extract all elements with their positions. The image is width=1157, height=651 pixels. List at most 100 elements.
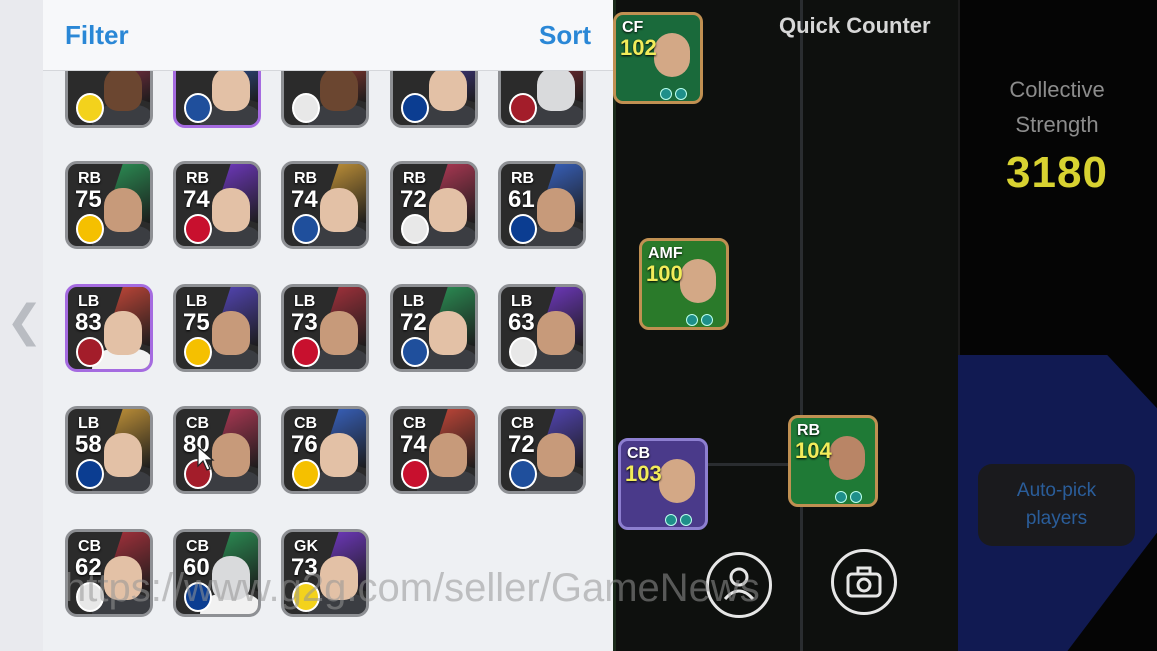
card-rating: 60 <box>183 554 210 581</box>
club-badge-icon <box>509 93 537 123</box>
card-rating: 75 <box>183 309 210 336</box>
player-face <box>104 556 142 600</box>
player-card[interactable]: LB 63 <box>498 284 586 372</box>
card-rating: 72 <box>400 309 427 336</box>
screenshot-button[interactable] <box>831 549 897 615</box>
player-card[interactable]: CB 62 <box>65 529 153 617</box>
player-card[interactable]: RB 75 <box>65 161 153 249</box>
club-badge-icon <box>184 214 212 244</box>
player-card[interactable]: LB 58 <box>65 406 153 494</box>
card-rating: 72 <box>508 431 535 458</box>
auto-pick-button[interactable]: Auto-pick players <box>978 464 1135 546</box>
skill-dots <box>660 85 694 100</box>
card-rating: 75 <box>75 186 102 213</box>
player-face <box>680 259 716 303</box>
club-badge-icon <box>509 337 537 367</box>
player-card[interactable]: CB 74 <box>390 406 478 494</box>
player-card[interactable]: RB 72 <box>390 161 478 249</box>
skill-dots <box>686 311 720 326</box>
player-card[interactable]: RB 61 <box>498 161 586 249</box>
player-face <box>537 67 575 111</box>
card-rating: 74 <box>291 186 318 213</box>
player-card[interactable]: CB 72 <box>498 406 586 494</box>
club-badge-icon <box>184 582 212 612</box>
player-rating: 103 <box>625 461 662 486</box>
player-card[interactable]: LB 73 <box>281 284 369 372</box>
club-badge-icon <box>76 582 104 612</box>
club-badge-icon <box>509 459 537 489</box>
card-rating: 58 <box>75 431 102 458</box>
card-rating: 73 <box>291 309 318 336</box>
player-rating: 100 <box>646 261 683 286</box>
person-icon <box>723 567 755 601</box>
player-face <box>537 188 575 232</box>
card-rating: 76 <box>291 431 318 458</box>
club-badge-icon <box>76 214 104 244</box>
club-badge-icon <box>184 337 212 367</box>
player-face <box>320 311 358 355</box>
club-badge-icon <box>401 214 429 244</box>
card-rating: 72 <box>400 186 427 213</box>
player-card[interactable]: CB 76 <box>281 406 369 494</box>
player-card[interactable]: RB 74 <box>173 161 261 249</box>
pitch-player-cb[interactable]: CB 103 <box>618 438 708 530</box>
player-face <box>212 311 250 355</box>
club-badge-icon <box>401 459 429 489</box>
club-badge-icon <box>76 459 104 489</box>
player-card[interactable]: GK 73 <box>281 529 369 617</box>
pitch-player-amf[interactable]: AMF 100 <box>639 238 729 330</box>
player-card[interactable]: LB 83 <box>65 284 153 372</box>
collective-label-line1: Collective <box>1009 77 1105 102</box>
player-card[interactable]: CB 80 <box>173 406 261 494</box>
pitch-player-rb[interactable]: RB 104 <box>788 415 878 507</box>
player-face <box>829 436 865 480</box>
card-rating: 63 <box>508 309 535 336</box>
player-face <box>429 188 467 232</box>
player-face <box>320 188 358 232</box>
player-face <box>104 67 142 111</box>
club-badge-icon <box>292 582 320 612</box>
player-face <box>654 33 690 77</box>
club-badge-icon <box>184 93 212 123</box>
player-card[interactable]: RB 74 <box>281 161 369 249</box>
collective-label-line2: Strength <box>1015 112 1099 137</box>
pitch-player-cf[interactable]: CF 102 <box>613 12 703 104</box>
player-face <box>104 188 142 232</box>
player-face <box>659 459 695 503</box>
chevron-left-icon[interactable]: ❮ <box>6 300 43 344</box>
card-rating: 83 <box>75 309 102 336</box>
player-details-button[interactable] <box>706 552 772 618</box>
club-badge-icon <box>76 93 104 123</box>
pitch-line <box>800 0 803 651</box>
club-badge-icon <box>401 337 429 367</box>
club-badge-icon <box>401 93 429 123</box>
player-face <box>429 67 467 111</box>
formation-title: Quick Counter <box>779 13 931 38</box>
player-face <box>104 311 142 355</box>
left-edge-strip: ❮ <box>0 0 44 651</box>
club-badge-icon <box>292 214 320 244</box>
player-face <box>537 433 575 477</box>
player-face <box>429 433 467 477</box>
card-rating: 74 <box>400 431 427 458</box>
sort-button[interactable]: Sort <box>539 20 591 51</box>
player-face <box>212 556 250 600</box>
player-face <box>212 67 250 111</box>
player-face <box>320 433 358 477</box>
autopick-line2: players <box>1025 508 1088 529</box>
player-face <box>320 556 358 600</box>
player-card[interactable]: LB 75 <box>173 284 261 372</box>
card-rating: 61 <box>508 186 535 213</box>
player-face <box>429 311 467 355</box>
player-card[interactable]: CB 60 <box>173 529 261 617</box>
club-badge-icon <box>292 459 320 489</box>
player-face <box>212 188 250 232</box>
filter-button[interactable]: Filter <box>65 20 129 51</box>
mouse-cursor-icon <box>197 446 215 471</box>
player-face <box>104 433 142 477</box>
club-badge-icon <box>509 214 537 244</box>
collective-strength-value: 3180 <box>1006 148 1108 197</box>
camera-icon <box>846 566 882 598</box>
card-rating: 62 <box>75 554 102 581</box>
player-card[interactable]: LB 72 <box>390 284 478 372</box>
